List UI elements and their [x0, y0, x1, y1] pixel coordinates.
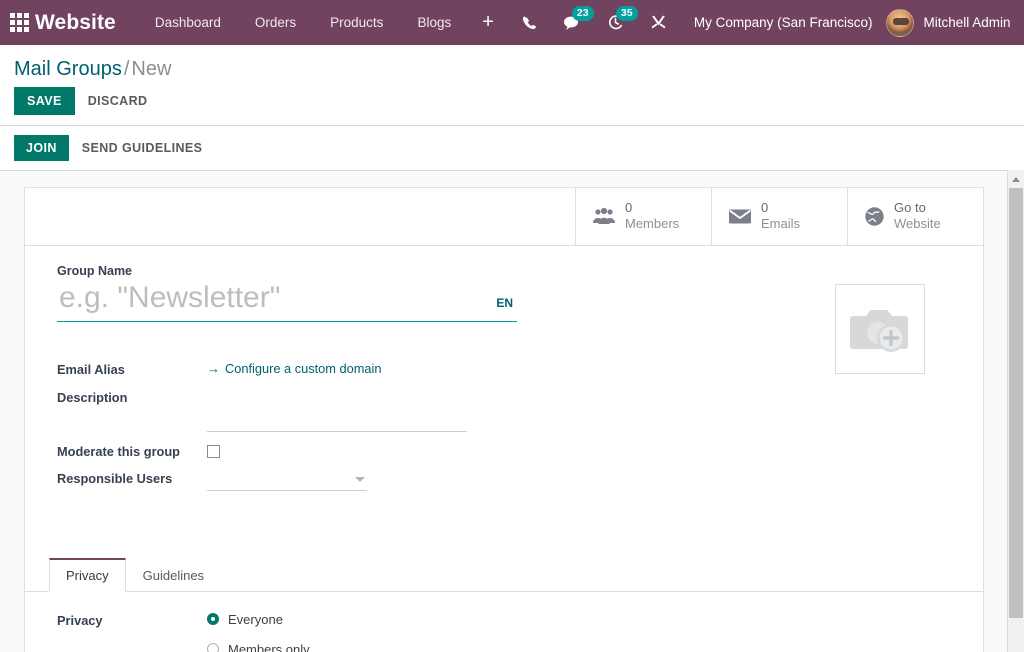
field-row-email-alias: Email Alias → Configure a custom domain [57, 360, 959, 378]
stat-text-emails: 0 Emails [761, 200, 800, 233]
breadcrumb-mail-groups[interactable]: Mail Groups [14, 58, 122, 80]
description-label: Description [57, 388, 207, 405]
group-name-group: Group Name EN [57, 264, 517, 322]
save-button[interactable]: SAVE [14, 87, 75, 115]
nav-item-products[interactable]: Products [313, 0, 400, 45]
configure-custom-domain-link[interactable]: → Configure a custom domain [207, 361, 382, 376]
top-navbar: Website Dashboard Orders Products Blogs … [0, 0, 1024, 45]
privacy-field-row: Privacy Everyone Members only Selecte [57, 612, 959, 652]
privacy-label: Privacy [57, 612, 207, 628]
stat-button-box: 0 Members 0 Emails [25, 188, 983, 246]
navbar-right-group: 23 35 My Company (San Francisco) Mitchel… [508, 0, 1024, 45]
tools-icon[interactable] [637, 0, 680, 45]
scroll-up-arrow-icon[interactable] [1008, 171, 1024, 188]
messages-icon[interactable]: 23 [550, 0, 594, 45]
radio-option-members-only[interactable]: Members only [207, 642, 959, 652]
user-name: Mitchell Admin [923, 15, 1010, 30]
stat-text-website: Go to Website [894, 200, 941, 233]
description-textarea[interactable] [207, 388, 467, 432]
content-wrapper: 0 Members 0 Emails [0, 170, 1024, 652]
radio-option-everyone[interactable]: Everyone [207, 612, 959, 627]
nav-item-orders[interactable]: Orders [238, 0, 313, 45]
scrollbar-track[interactable] [1008, 188, 1024, 652]
stat-button-members[interactable]: 0 Members [575, 188, 711, 245]
privacy-radio-group: Everyone Members only Selected group of … [207, 612, 959, 652]
breadcrumb-separator: / [124, 58, 130, 80]
activities-badge: 35 [616, 6, 638, 21]
company-switcher[interactable]: My Company (San Francisco) [680, 15, 887, 30]
join-button[interactable]: JOIN [14, 135, 69, 161]
form-sheet: 0 Members 0 Emails [24, 187, 984, 652]
control-panel: Mail Groups/New SAVE DISCARD JOIN SEND G… [0, 45, 1024, 170]
tab-guidelines[interactable]: Guidelines [126, 558, 221, 592]
envelope-icon [728, 207, 752, 225]
moderate-group-label: Moderate this group [57, 442, 207, 459]
globe-icon [864, 206, 885, 227]
messages-badge: 23 [572, 6, 594, 21]
language-badge[interactable]: EN [496, 296, 513, 321]
field-grid: Email Alias → Configure a custom domain … [57, 360, 959, 491]
tab-panel-privacy: Privacy Everyone Members only Selecte [25, 592, 983, 652]
radio-dot-members-only [207, 643, 219, 652]
group-name-input-wrap: EN [57, 279, 517, 322]
discard-button[interactable]: DISCARD [75, 87, 161, 115]
avatar [886, 9, 914, 37]
website-line1: Go to [894, 200, 941, 216]
stat-button-emails[interactable]: 0 Emails [711, 188, 847, 245]
notebook-tabs: Privacy Guidelines [25, 557, 983, 592]
title-row: Group Name EN [57, 264, 959, 322]
responsible-users-select[interactable] [207, 469, 367, 491]
apps-grid-icon[interactable] [10, 13, 29, 32]
breadcrumb: Mail Groups/New [0, 45, 1024, 87]
moderate-group-checkbox[interactable] [207, 445, 220, 458]
radio-text-everyone: Everyone [228, 612, 283, 627]
members-icon [592, 207, 616, 225]
field-row-description: Description [57, 388, 959, 432]
email-alias-label: Email Alias [57, 360, 207, 377]
user-menu[interactable]: Mitchell Admin [886, 9, 1024, 37]
group-name-label: Group Name [57, 264, 517, 278]
members-count: 0 [625, 200, 679, 216]
responsible-users-label: Responsible Users [57, 469, 207, 486]
record-action-buttons: SAVE DISCARD [0, 87, 1024, 125]
scrollbar-thumb[interactable] [1009, 188, 1023, 618]
stat-button-go-to-website[interactable]: Go to Website [847, 188, 983, 245]
field-row-responsible-users: Responsible Users [57, 469, 959, 491]
radio-dot-everyone [207, 613, 219, 625]
email-alias-value: → Configure a custom domain [207, 360, 467, 378]
image-upload-placeholder[interactable] [835, 284, 925, 374]
moderate-group-value [207, 442, 467, 458]
emails-count: 0 [761, 200, 800, 216]
activities-icon[interactable]: 35 [594, 0, 637, 45]
breadcrumb-current: New [131, 58, 171, 80]
phone-icon[interactable] [508, 0, 550, 45]
group-name-input[interactable] [57, 279, 496, 321]
field-row-moderate: Moderate this group [57, 442, 959, 459]
new-page-plus-icon[interactable]: + [468, 0, 508, 45]
form-body: Group Name EN [25, 246, 983, 531]
form-view-scroll-area: 0 Members 0 Emails [0, 170, 1007, 652]
vertical-scrollbar[interactable] [1007, 170, 1024, 652]
responsible-users-value [207, 469, 467, 491]
nav-item-blogs[interactable]: Blogs [400, 0, 468, 45]
website-line2: Website [894, 216, 941, 232]
object-action-buttons: JOIN SEND GUIDELINES [0, 126, 1024, 170]
camera-add-icon [849, 302, 911, 356]
nav-item-dashboard[interactable]: Dashboard [138, 0, 238, 45]
members-label: Members [625, 216, 679, 232]
radio-text-members-only: Members only [228, 642, 310, 652]
brand-website[interactable]: Website [35, 11, 116, 35]
emails-label: Emails [761, 216, 800, 232]
tab-privacy[interactable]: Privacy [49, 558, 126, 592]
configure-custom-domain-text: Configure a custom domain [225, 361, 382, 376]
send-guidelines-button[interactable]: SEND GUIDELINES [69, 134, 216, 162]
description-value [207, 388, 467, 432]
arrow-right-icon: → [207, 361, 220, 376]
stat-text-members: 0 Members [625, 200, 679, 233]
